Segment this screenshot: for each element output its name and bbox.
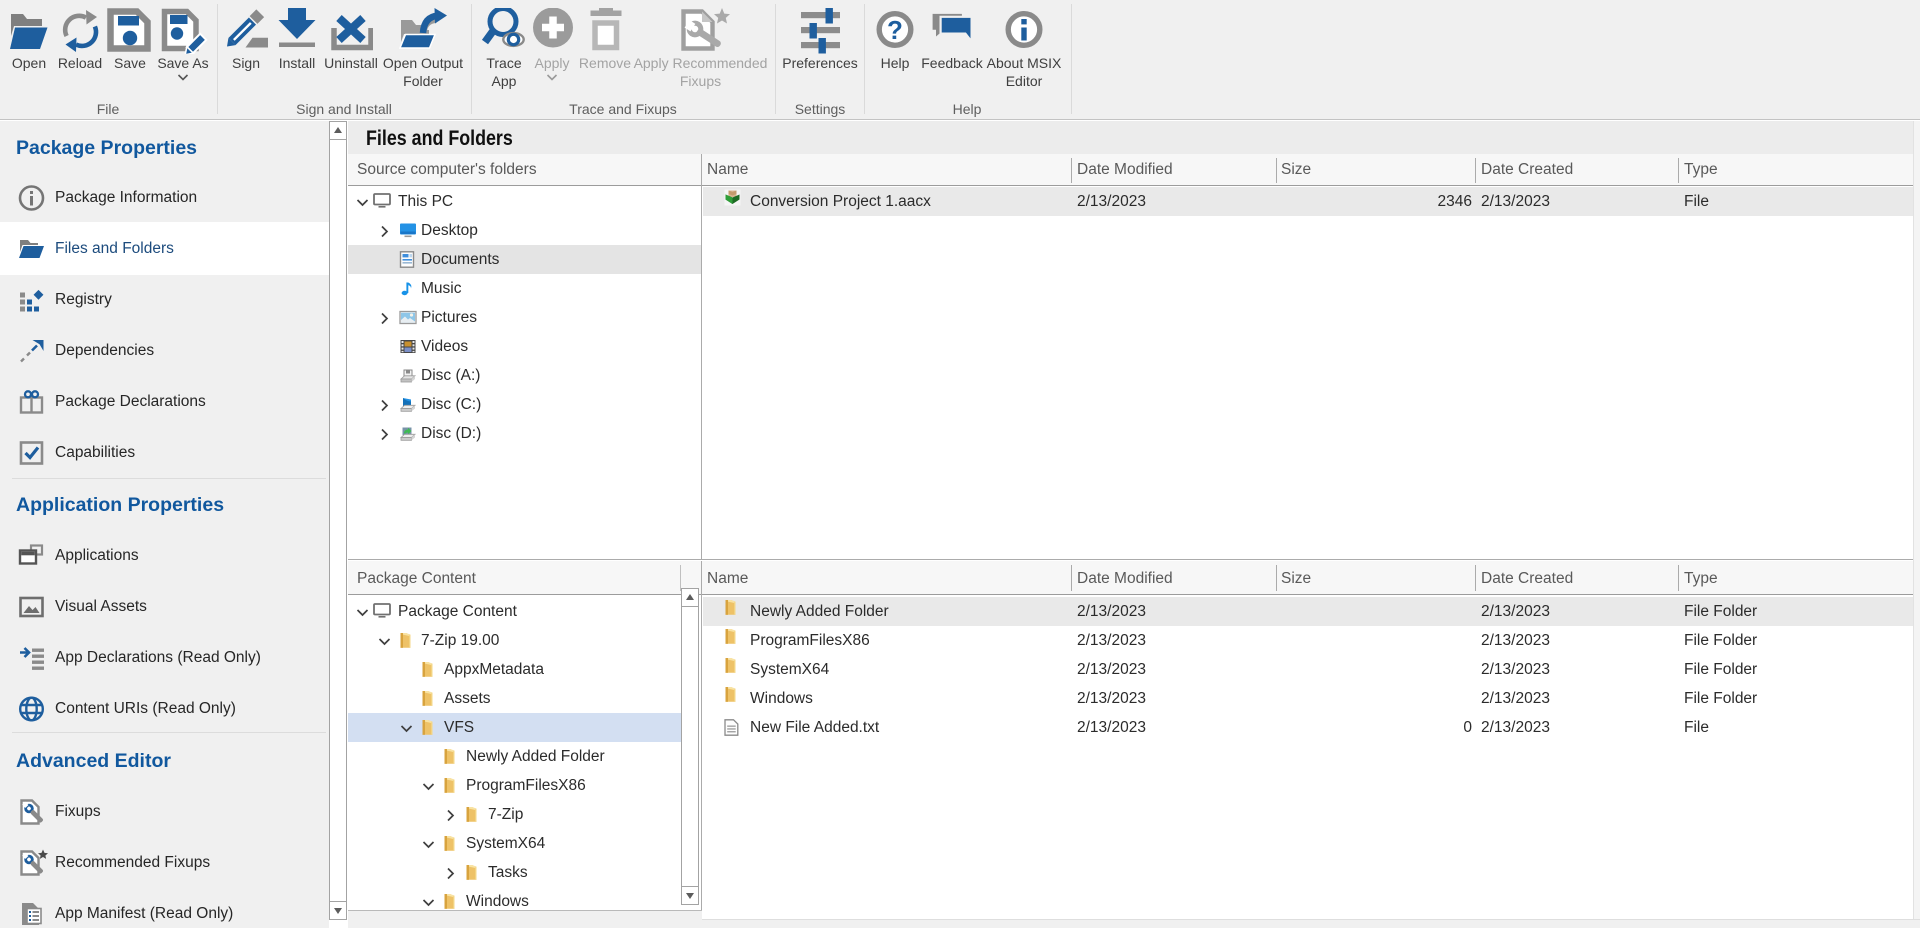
svg-text:?: ?: [887, 15, 903, 45]
